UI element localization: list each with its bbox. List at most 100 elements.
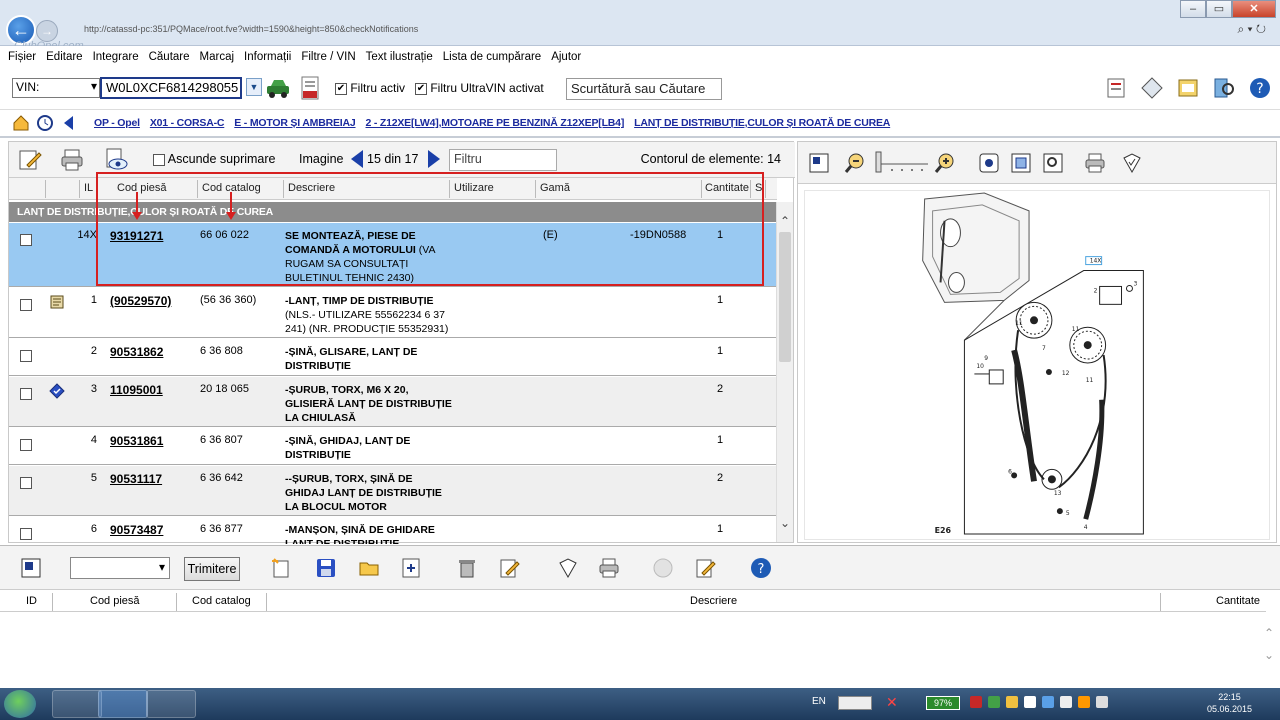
row-part-code[interactable]: 90531117	[110, 472, 162, 486]
fit-window-icon[interactable]	[808, 152, 830, 174]
checkbox-icon[interactable]: ✔	[335, 82, 347, 95]
col-s[interactable]: S	[755, 182, 762, 194]
menu-shopping-list[interactable]: Lista de cumpărare	[443, 51, 541, 63]
menu-help[interactable]: Ajutor	[551, 51, 581, 63]
table-row[interactable]: 1 (90529570) (56 36 360) -LANȚ, TIMP DE …	[9, 288, 777, 338]
scroll-down-icon[interactable]: ⌄	[1264, 648, 1274, 662]
row-checkbox[interactable]	[20, 388, 32, 400]
col-usage[interactable]: Utilizare	[454, 182, 494, 194]
signal-icon[interactable]	[1060, 696, 1072, 708]
history-clock-icon[interactable]	[36, 114, 54, 132]
col-range[interactable]: Gamă	[540, 182, 570, 194]
row-part-code[interactable]: 90573487	[110, 523, 163, 537]
filter-ultravin-toggle[interactable]: ✔ Filtru UltraVIN activat	[415, 81, 544, 95]
scroll-thumb[interactable]	[779, 232, 791, 362]
table-row[interactable]: 5 90531117 6 36 642 --ȘURUB, TORX, ȘINĂ …	[9, 466, 777, 516]
zoom-slider[interactable]	[872, 148, 932, 176]
vin-history-dropdown[interactable]: ▼	[246, 78, 262, 96]
tag-icon[interactable]	[556, 557, 578, 579]
info-badge-icon[interactable]	[49, 383, 65, 399]
col-il[interactable]: IL	[84, 182, 93, 194]
menu-bookmark[interactable]: Marcaj	[200, 51, 235, 63]
zoom-out-icon[interactable]	[844, 152, 866, 174]
table-row[interactable]: 14X 93191271 66 06 022 SE MONTEAZĂ, PIES…	[9, 223, 777, 287]
error-icon[interactable]: ✕	[886, 694, 898, 711]
scroll-up-icon[interactable]: ⌃	[1264, 626, 1274, 640]
help-icon[interactable]: ?	[750, 557, 772, 579]
tray-app-icon[interactable]	[1006, 696, 1018, 708]
breadcrumb-engine[interactable]: 2 - Z12XE[LW4],MOTOARE PE BENZINĂ Z12XEP…	[366, 117, 625, 129]
car-icon[interactable]	[265, 77, 291, 99]
table-row[interactable]: 2 90531862 6 36 808 -ȘINĂ, GLISARE, LANȚ…	[9, 339, 777, 376]
col-quantity[interactable]: Cantitate	[705, 182, 749, 194]
shopping-list-select[interactable]: ▾	[70, 557, 170, 579]
print-icon[interactable]	[59, 147, 85, 173]
edit-note-icon[interactable]	[17, 147, 43, 173]
start-button[interactable]	[4, 690, 36, 718]
row-checkbox[interactable]	[20, 439, 32, 451]
network-icon[interactable]	[838, 696, 872, 710]
menu-edit[interactable]: Editare	[46, 51, 82, 63]
breadcrumb-group[interactable]: E - MOTOR ȘI AMBREIAJ	[234, 117, 355, 129]
row-checkbox[interactable]	[20, 299, 32, 311]
send-button[interactable]: Trimitere	[184, 557, 240, 581]
back-arrow-icon[interactable]	[60, 114, 78, 132]
flag-icon[interactable]	[1024, 696, 1036, 708]
row-part-code[interactable]: 90531862	[110, 345, 163, 359]
tray-app-icon[interactable]	[988, 696, 1000, 708]
note-scroll-icon[interactable]	[49, 294, 65, 310]
row-part-code[interactable]: 93191271	[110, 229, 163, 243]
table-row[interactable]: 6 90573487 6 36 877 -MANȘON, ȘINĂ DE GHI…	[9, 517, 777, 544]
preview-eye-icon[interactable]	[103, 147, 129, 173]
row-checkbox[interactable]	[20, 477, 32, 489]
bluetooth-icon[interactable]	[1042, 696, 1054, 708]
address-bar[interactable]: http://catassd-pc:351/PQMace/root.fve?wi…	[84, 24, 418, 34]
menu-illustration-text[interactable]: Text ilustrație	[366, 51, 433, 63]
pan-icon[interactable]	[978, 152, 1000, 174]
previous-image-icon[interactable]	[351, 150, 363, 168]
row-part-code[interactable]: 90531861	[110, 434, 163, 448]
col-part-code[interactable]: Cod piesă	[117, 182, 167, 194]
address-search-icon[interactable]: ⌕ ▾ ↻	[1237, 22, 1266, 37]
filter-active-toggle[interactable]: ✔ Filtru activ	[335, 81, 405, 95]
breadcrumb-model[interactable]: X01 - CORSA-C	[150, 117, 225, 129]
col-catalog-code[interactable]: Cod catalog	[192, 595, 251, 607]
col-description[interactable]: Descriere	[288, 182, 335, 194]
open-folder-icon[interactable]	[358, 557, 380, 579]
volume-icon[interactable]	[1096, 696, 1108, 708]
row-checkbox[interactable]	[20, 350, 32, 362]
tag-icon[interactable]	[1120, 152, 1142, 174]
col-id[interactable]: ID	[26, 595, 37, 607]
minimize-icon[interactable]: –	[1180, 0, 1206, 18]
help-icon[interactable]: ?	[1248, 76, 1272, 100]
vin-input[interactable]: W0L0XCF6814298055	[100, 77, 242, 99]
row-checkbox[interactable]	[20, 234, 32, 246]
zoom-in-icon[interactable]	[934, 152, 956, 174]
row-checkbox[interactable]	[20, 528, 32, 540]
scroll-down-icon[interactable]: ⌄	[777, 516, 793, 532]
parts-scrollbar[interactable]: ⌃ ⌄	[776, 202, 793, 542]
chrome-icon[interactable]	[146, 690, 196, 718]
language-indicator[interactable]: EN	[812, 696, 826, 707]
vin-type-select[interactable]: VIN: ▾	[12, 78, 100, 98]
row-part-code[interactable]: (90529570)	[110, 294, 171, 308]
print-icon[interactable]	[598, 557, 620, 579]
edit-list-icon[interactable]	[498, 557, 520, 579]
internet-explorer-icon[interactable]	[98, 690, 148, 718]
col-description[interactable]: Descriere	[690, 595, 737, 607]
tray-app-icon[interactable]	[1078, 696, 1090, 708]
system-clock[interactable]: 22:15 05.06.2015	[1207, 691, 1252, 715]
trash-icon[interactable]	[456, 557, 478, 579]
col-quantity[interactable]: Cantitate	[1216, 595, 1260, 607]
tray-app-icon[interactable]	[970, 696, 982, 708]
table-row[interactable]: 4 90531861 6 36 807 -ȘINĂ, GHIDAJ, LANȚ …	[9, 428, 777, 465]
scroll-up-icon[interactable]: ⌃	[777, 214, 793, 230]
print-illustration-icon[interactable]	[1084, 152, 1106, 174]
battery-indicator[interactable]: 97%	[926, 696, 960, 710]
menu-file[interactable]: Fișier	[8, 51, 36, 63]
filter-input[interactable]: Filtru	[449, 149, 557, 171]
checkbox-icon[interactable]: ✔	[415, 82, 427, 95]
menu-filters-vin[interactable]: Filtre / VIN	[301, 51, 355, 63]
save-icon[interactable]	[315, 557, 337, 579]
home-icon[interactable]	[12, 114, 30, 132]
